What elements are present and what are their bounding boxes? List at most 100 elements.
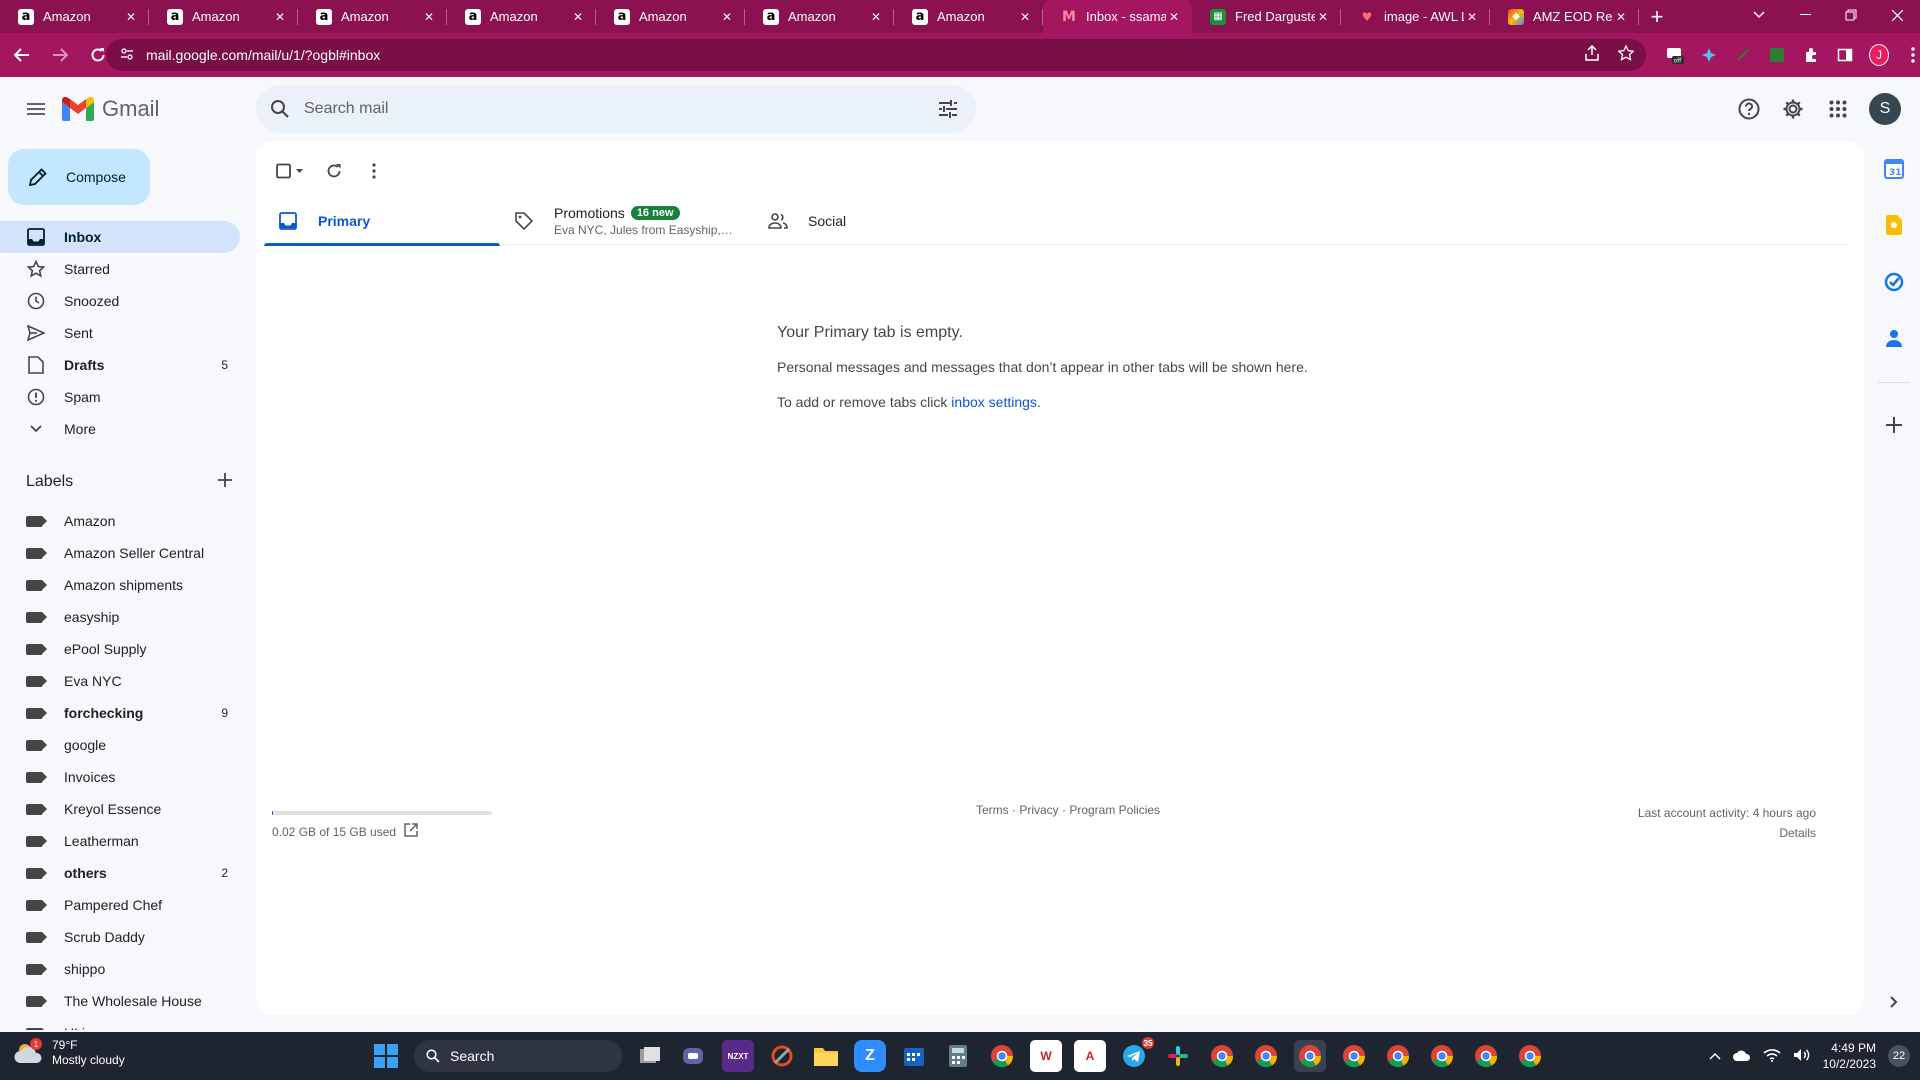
tab-primary[interactable]: Primary <box>264 197 500 246</box>
browser-tab[interactable]: a Amazon ✕ <box>298 0 447 33</box>
contacts-app-button[interactable] <box>1882 326 1906 350</box>
sidebar-item-drafts[interactable]: Drafts 5 <box>0 349 240 381</box>
chrome-profile-6-icon[interactable] <box>1382 1040 1414 1072</box>
chrome-profile-2-icon[interactable] <box>1206 1040 1238 1072</box>
label-item[interactable]: The Wholesale House <box>0 985 240 1017</box>
start-button[interactable] <box>370 1040 402 1072</box>
new-tab-button[interactable]: + <box>1639 0 1675 33</box>
taskbar-search[interactable]: Search <box>414 1040 622 1072</box>
site-info-icon[interactable] <box>120 47 136 64</box>
label-item[interactable]: Pampered Chef <box>0 889 240 921</box>
sidebar-item-starred[interactable]: Starred <box>0 253 240 285</box>
main-menu-button[interactable] <box>20 93 52 125</box>
chrome-profile-9-icon[interactable] <box>1514 1040 1546 1072</box>
browser-tab[interactable]: a Amazon ✕ <box>447 0 596 33</box>
label-item[interactable]: Leatherman <box>0 825 240 857</box>
back-button[interactable] <box>6 39 38 71</box>
chrome-profile-3-icon[interactable] <box>1250 1040 1282 1072</box>
search-options-button[interactable] <box>936 97 960 121</box>
label-item[interactable]: Kreyol Essence <box>0 793 240 825</box>
chrome-profile-5-icon[interactable] <box>1338 1040 1370 1072</box>
label-item[interactable]: others 2 <box>0 857 240 889</box>
side-panel-icon[interactable] <box>1835 45 1855 65</box>
close-tab-icon[interactable]: ✕ <box>123 10 139 24</box>
footer-links[interactable]: Terms · Privacy · Program Policies <box>976 803 1160 817</box>
sidebar-item-spam[interactable]: Spam <box>0 381 240 413</box>
weather-widget[interactable]: 1 79°F Mostly cloudy <box>14 1038 125 1068</box>
zoom-app-icon[interactable]: Z <box>854 1040 886 1072</box>
label-item[interactable]: Amazon shipments <box>0 569 240 601</box>
extensions-puzzle-icon[interactable] <box>1801 45 1821 65</box>
refresh-button[interactable] <box>318 155 350 187</box>
wifi-icon[interactable] <box>1763 1048 1781 1065</box>
minimize-button[interactable] <box>1782 0 1828 30</box>
sidebar-item-sent[interactable]: Sent <box>0 317 240 349</box>
browser-tab[interactable]: a Amazon ✕ <box>745 0 894 33</box>
calendar-app-icon[interactable] <box>898 1040 930 1072</box>
browser-tab[interactable]: a Amazon ✕ <box>596 0 745 33</box>
calendar-app-button[interactable]: 31 <box>1882 157 1906 181</box>
settings-button[interactable] <box>1773 89 1813 129</box>
label-item[interactable]: ePool Supply <box>0 633 240 665</box>
chrome-menu-icon[interactable] <box>1903 45 1920 65</box>
label-item[interactable]: Eva NYC <box>0 665 240 697</box>
ext-arrow-icon[interactable] <box>1733 45 1753 65</box>
label-item[interactable]: Amazon Seller Central <box>0 537 240 569</box>
search-input[interactable] <box>304 100 904 118</box>
label-item[interactable]: Amazon <box>0 505 240 537</box>
browser-tab[interactable]: ♥ image - AWL L ✕ <box>1341 0 1490 33</box>
label-item[interactable]: Invoices <box>0 761 240 793</box>
tab-social[interactable]: Social <box>754 197 990 245</box>
label-item[interactable]: easyship <box>0 601 240 633</box>
close-tab-icon[interactable]: ✕ <box>1613 10 1629 24</box>
show-side-panel-button[interactable] <box>1882 990 1906 1014</box>
tab-promotions[interactable]: Promotions 16 new Eva NYC, Jules from Ea… <box>500 197 754 245</box>
volume-icon[interactable] <box>1793 1048 1811 1065</box>
browser-tab[interactable]: a Amazon ✕ <box>0 0 149 33</box>
browser-tab[interactable]: a Amazon ✕ <box>894 0 1043 33</box>
bookmark-star-icon[interactable] <box>1617 44 1635 65</box>
more-options-button[interactable] <box>358 155 390 187</box>
chrome-profile-4-icon[interactable] <box>1294 1040 1326 1072</box>
file-explorer-icon[interactable] <box>810 1040 842 1072</box>
label-item[interactable]: google <box>0 729 240 761</box>
google-apps-button[interactable] <box>1818 89 1858 129</box>
close-tab-icon[interactable]: ✕ <box>1166 10 1182 24</box>
doc-app-icon-1[interactable]: W <box>1030 1040 1062 1072</box>
ext-green-icon[interactable] <box>1767 45 1787 65</box>
close-tab-icon[interactable]: ✕ <box>272 10 288 24</box>
gmail-logo[interactable]: Gmail <box>62 94 159 124</box>
telegram-icon[interactable]: 35 <box>1118 1037 1154 1072</box>
tab-search-icon[interactable] <box>1736 0 1782 30</box>
sidebar-item-snoozed[interactable]: Snoozed <box>0 285 240 317</box>
label-item[interactable]: shippo <box>0 953 240 985</box>
sidebar-item-inbox[interactable]: Inbox <box>0 221 240 253</box>
get-addons-button[interactable] <box>1882 413 1906 437</box>
tasks-app-button[interactable] <box>1882 270 1906 294</box>
forward-button[interactable] <box>44 39 76 71</box>
onedrive-icon[interactable] <box>1732 1049 1751 1064</box>
keep-app-button[interactable] <box>1882 213 1906 237</box>
clock[interactable]: 4:49 PM 10/2/2023 <box>1823 1040 1876 1072</box>
close-tab-icon[interactable]: ✕ <box>421 10 437 24</box>
create-label-button[interactable] <box>218 472 232 492</box>
slack-icon[interactable] <box>1162 1040 1194 1072</box>
browser-tab[interactable]: ◆ AMZ EOD Repo✕ <box>1490 0 1639 33</box>
calculator-icon[interactable] <box>942 1040 974 1072</box>
close-tab-icon[interactable]: ✕ <box>1315 10 1331 24</box>
notification-center-button[interactable]: 22 <box>1888 1045 1910 1067</box>
ext-off-icon[interactable]: off <box>1665 45 1685 65</box>
sidebar-item-more[interactable]: More <box>0 413 240 445</box>
address-bar[interactable]: mail.google.com/mail/u/1/?ogbl#inbox <box>106 39 1646 71</box>
close-window-button[interactable] <box>1874 0 1920 30</box>
close-tab-icon[interactable]: ✕ <box>868 10 884 24</box>
search-bar[interactable] <box>256 85 976 133</box>
open-storage-icon[interactable] <box>404 823 418 840</box>
label-item[interactable]: ULine <box>0 1017 240 1030</box>
close-tab-icon[interactable]: ✕ <box>719 10 735 24</box>
restore-button[interactable] <box>1828 0 1874 30</box>
inbox-settings-link[interactable]: inbox settings <box>951 394 1037 410</box>
close-tab-icon[interactable]: ✕ <box>1017 10 1033 24</box>
chevron-up-icon[interactable] <box>1709 1049 1721 1063</box>
select-checkbox[interactable] <box>270 155 310 187</box>
